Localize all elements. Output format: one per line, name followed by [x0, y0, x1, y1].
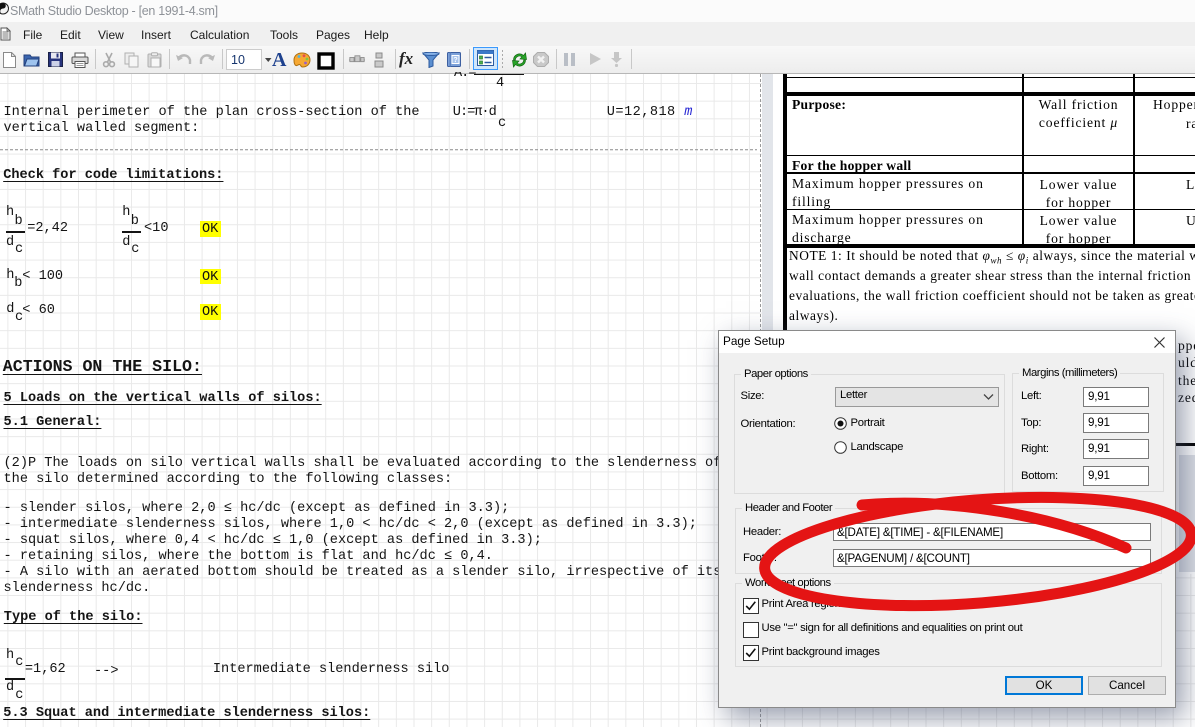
svg-text:?: ? [453, 57, 457, 64]
